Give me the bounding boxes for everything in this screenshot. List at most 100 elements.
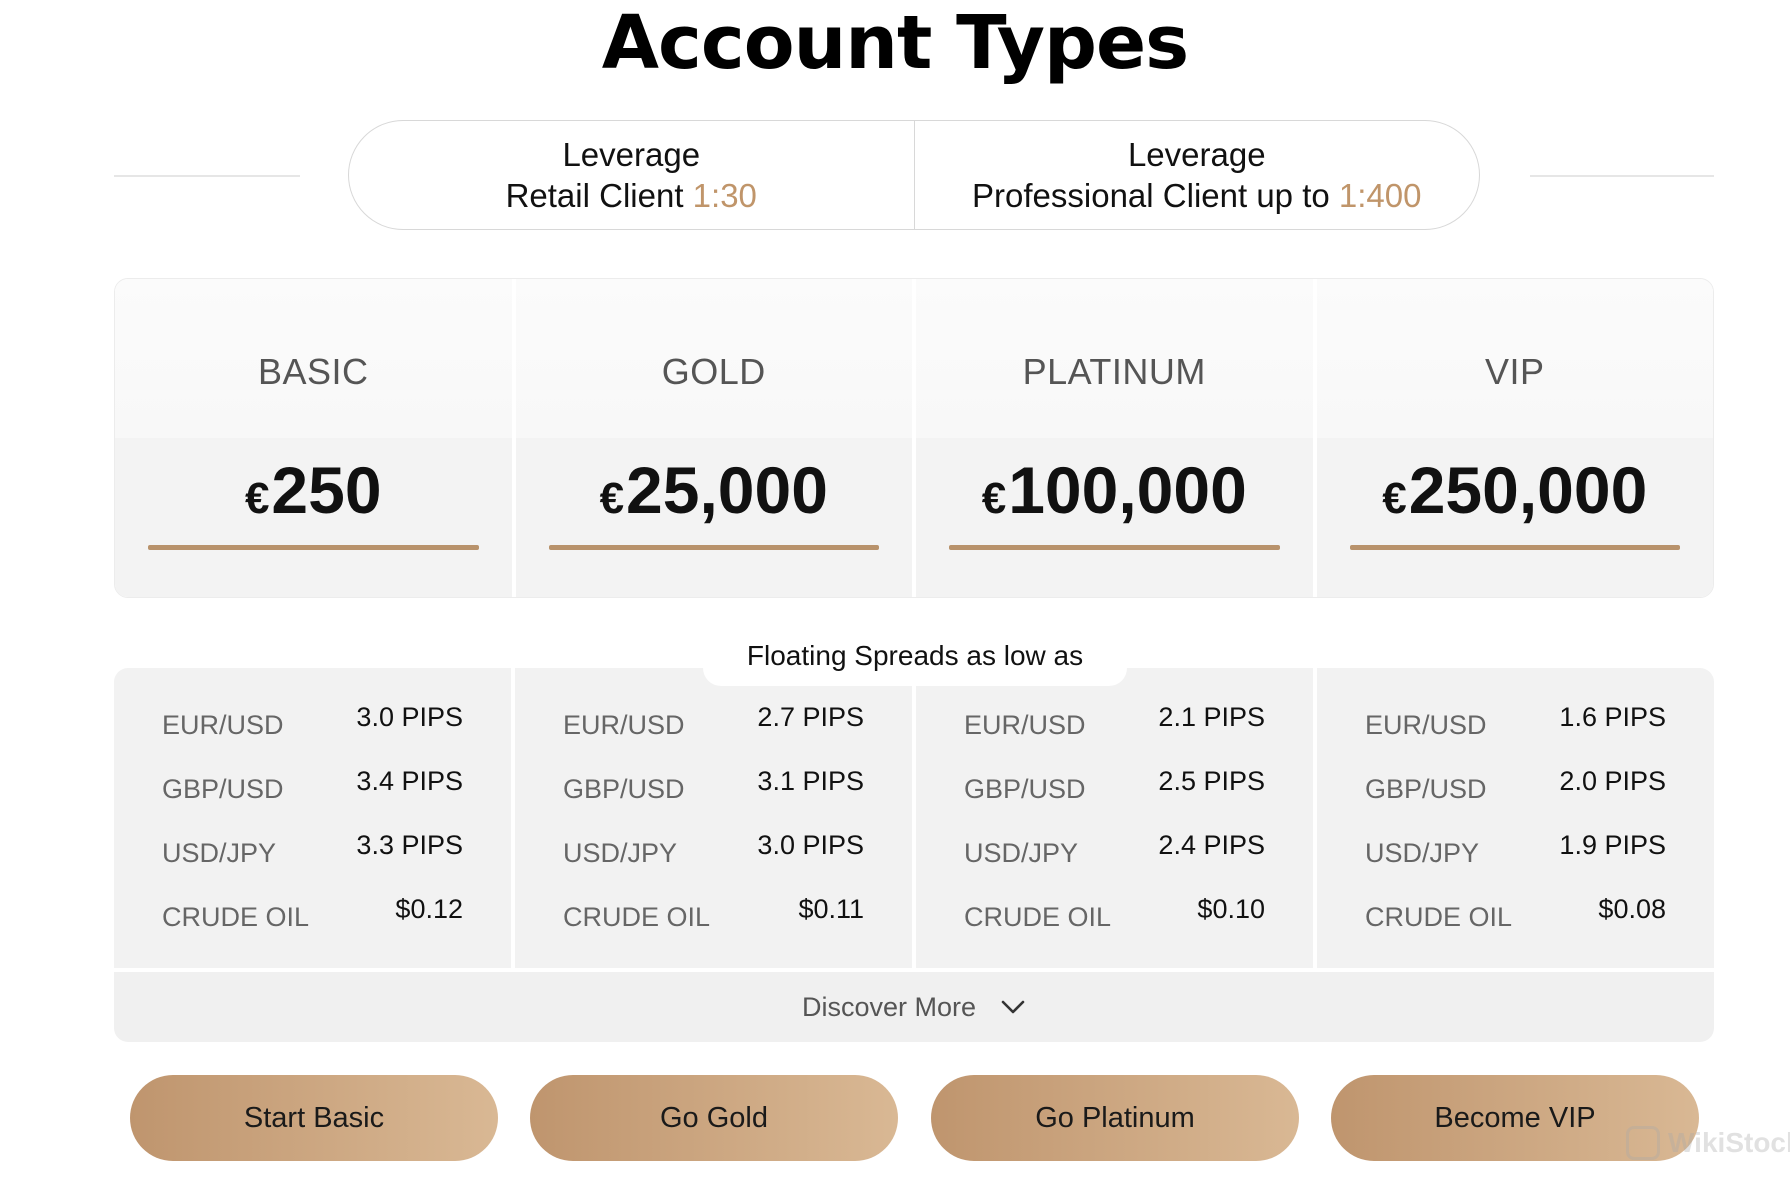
- currency-symbol: €: [981, 474, 1007, 523]
- leverage-professional: Leverage Professional Client up to 1:400: [913, 121, 1480, 229]
- spreads-platinum: EUR/USD 2.1 PIPS GBP/USD 2.5 PIPS USD/JPY 2…: [912, 668, 1313, 968]
- spread-value: $0.11: [798, 894, 864, 924]
- spread-value: 3.4 PIPS: [356, 766, 463, 796]
- spread-value: $0.08: [1598, 894, 1666, 924]
- pair-label: USD/JPY: [964, 838, 1079, 868]
- spread-row: USD/JPY 3.3 PIPS: [162, 830, 463, 870]
- spread-row: CRUDE OIL $0.10: [964, 894, 1265, 934]
- divider-right: [1530, 175, 1714, 177]
- tier-price: €250: [115, 457, 512, 523]
- spread-row: USD/JPY 1.9 PIPS: [1365, 830, 1666, 870]
- leverage-professional-value: 1:400: [1338, 177, 1422, 214]
- spreads-gold: EUR/USD 2.7 PIPS GBP/USD 3.1 PIPS USD/JPY 3…: [511, 668, 912, 968]
- spread-row: GBP/USD 3.1 PIPS: [563, 766, 864, 806]
- spread-value: 2.1 PIPS: [1158, 702, 1265, 732]
- tier-name: GOLD: [661, 351, 766, 392]
- tier-price-value: 25,000: [626, 453, 828, 527]
- pair-label: CRUDE OIL: [1365, 902, 1513, 932]
- spread-row: USD/JPY 3.0 PIPS: [563, 830, 864, 870]
- discover-more-label: Discover More: [801, 991, 977, 1022]
- spread-value: 3.0 PIPS: [757, 830, 864, 860]
- leverage-retail-heading: Leverage: [562, 136, 701, 173]
- spreads-label: Floating Spreads as low as: [703, 630, 1127, 686]
- tier-underline: [1349, 545, 1680, 550]
- spread-row: CRUDE OIL $0.12: [162, 894, 463, 934]
- spread-row: CRUDE OIL $0.11: [563, 894, 864, 934]
- tier-price: €100,000: [916, 457, 1313, 523]
- go-gold-button[interactable]: Go Gold: [530, 1075, 898, 1161]
- spread-value: 3.3 PIPS: [356, 830, 463, 860]
- start-basic-button[interactable]: Start Basic: [130, 1075, 498, 1161]
- tier-name: PLATINUM: [1022, 351, 1206, 392]
- tier-platinum: PLATINUM €100,000: [912, 279, 1313, 597]
- pair-label: EUR/USD: [1365, 710, 1487, 740]
- tier-gold: GOLD €25,000: [511, 279, 913, 597]
- tier-price-value: 250,000: [1408, 453, 1648, 527]
- pair-label: EUR/USD: [162, 710, 284, 740]
- leverage-professional-label: Professional Client up to: [972, 177, 1330, 214]
- spread-row: USD/JPY 2.4 PIPS: [964, 830, 1265, 870]
- leverage-retail-label: Retail Client: [505, 177, 684, 214]
- account-tiers: BASIC €250 GOLD €25,000 PLATINUM €100,00…: [114, 278, 1714, 598]
- spread-row: GBP/USD 2.5 PIPS: [964, 766, 1265, 806]
- tier-underline: [148, 545, 479, 550]
- tier-underline: [548, 545, 879, 550]
- leverage-retail-line: Retail Client 1:30: [506, 175, 757, 216]
- watermark-logo-icon: [1626, 1126, 1660, 1160]
- pair-label: USD/JPY: [563, 838, 678, 868]
- currency-symbol: €: [1382, 474, 1407, 523]
- spread-row: GBP/USD 2.0 PIPS: [1365, 766, 1666, 806]
- go-platinum-button[interactable]: Go Platinum: [931, 1075, 1299, 1161]
- tier-name: VIP: [1484, 351, 1545, 392]
- spread-row: EUR/USD 2.7 PIPS: [563, 702, 864, 742]
- pair-label: USD/JPY: [1365, 838, 1480, 868]
- spread-row: CRUDE OIL $0.08: [1365, 894, 1666, 934]
- currency-symbol: €: [599, 474, 625, 523]
- pair-label: USD/JPY: [162, 838, 277, 868]
- pair-label: CRUDE OIL: [563, 902, 711, 932]
- pair-label: EUR/USD: [964, 710, 1086, 740]
- tier-name: BASIC: [257, 351, 369, 392]
- tier-price: €250,000: [1317, 457, 1714, 523]
- pair-label: GBP/USD: [1365, 774, 1487, 804]
- tier-vip: VIP €250,000: [1312, 279, 1714, 597]
- discover-more-button[interactable]: Discover More: [114, 972, 1714, 1042]
- spreads-vip: EUR/USD 1.6 PIPS GBP/USD 2.0 PIPS USD/JPY 1…: [1313, 668, 1714, 968]
- pair-label: GBP/USD: [162, 774, 284, 804]
- spread-value: $0.10: [1197, 894, 1265, 924]
- spread-value: 1.6 PIPS: [1559, 702, 1666, 732]
- spread-value: $0.12: [395, 894, 463, 924]
- leverage-retail-value: 1:30: [692, 177, 757, 214]
- tier-price-value: 250: [271, 453, 382, 527]
- page-title: Account Types: [601, 0, 1189, 86]
- currency-symbol: €: [244, 474, 270, 523]
- pair-label: GBP/USD: [563, 774, 685, 804]
- spread-value: 2.4 PIPS: [1158, 830, 1265, 860]
- tier-price-value: 100,000: [1008, 453, 1247, 527]
- spread-value: 3.0 PIPS: [356, 702, 463, 732]
- chevron-down-icon: [1001, 1000, 1025, 1014]
- tier-price: €25,000: [516, 457, 913, 523]
- tier-underline: [949, 545, 1280, 550]
- spreads-table: EUR/USD 3.0 PIPS GBP/USD 3.4 PIPS USD/JPY 3…: [114, 668, 1714, 968]
- leverage-professional-heading: Leverage: [1127, 136, 1266, 173]
- tier-basic: BASIC €250: [115, 279, 512, 597]
- spread-row: EUR/USD 2.1 PIPS: [964, 702, 1265, 742]
- spread-row: EUR/USD 1.6 PIPS: [1365, 702, 1666, 742]
- watermark: WikiStock: [1626, 1126, 1790, 1160]
- pair-label: GBP/USD: [964, 774, 1086, 804]
- spread-value: 2.7 PIPS: [757, 702, 864, 732]
- spread-value: 2.5 PIPS: [1158, 766, 1265, 796]
- spread-value: 1.9 PIPS: [1559, 830, 1666, 860]
- leverage-professional-line: Professional Client up to 1:400: [972, 175, 1421, 216]
- spread-row: GBP/USD 3.4 PIPS: [162, 766, 463, 806]
- leverage-retail: Leverage Retail Client 1:30: [349, 121, 914, 229]
- spread-row: EUR/USD 3.0 PIPS: [162, 702, 463, 742]
- spread-value: 2.0 PIPS: [1559, 766, 1666, 796]
- pair-label: CRUDE OIL: [964, 902, 1112, 932]
- pair-label: CRUDE OIL: [162, 902, 310, 932]
- leverage-panel: Leverage Retail Client 1:30 Leverage Pro…: [348, 120, 1480, 230]
- spread-value: 3.1 PIPS: [757, 766, 864, 796]
- spreads-basic: EUR/USD 3.0 PIPS GBP/USD 3.4 PIPS USD/JPY 3…: [114, 668, 511, 968]
- divider-left: [114, 175, 300, 177]
